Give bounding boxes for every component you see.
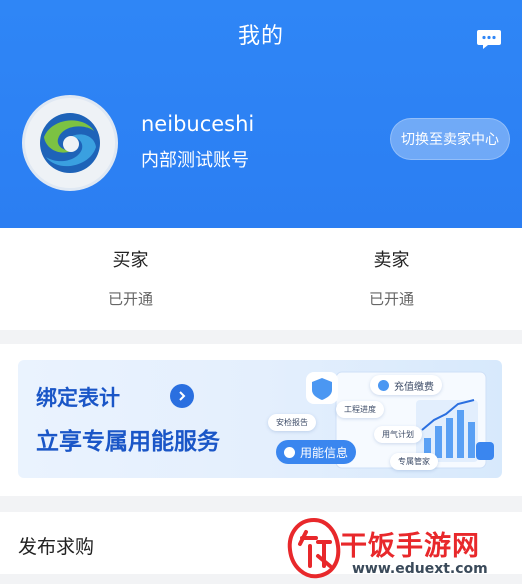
account-subtitle: 内部测试账号 bbox=[141, 150, 249, 171]
fan-character-logo-icon bbox=[287, 517, 341, 579]
role-name: 买家 bbox=[112, 250, 149, 271]
document-icon bbox=[284, 446, 295, 458]
switch-to-seller-button[interactable]: 切换至卖家中心 bbox=[390, 118, 510, 160]
avatar[interactable] bbox=[22, 95, 118, 191]
tag-inspection: 安检报告 bbox=[268, 414, 316, 431]
tag-recharge: 充值缴费 bbox=[370, 375, 442, 395]
role-panel: 买家 已开通 卖家 已开通 bbox=[0, 228, 522, 330]
watermark-url: www.eduext.com bbox=[352, 561, 488, 577]
bind-meter-banner[interactable]: 绑定表计 立享专属用能服务 充值缴费 工程进度 安检报告 用气计划 用能信息 专… bbox=[18, 360, 502, 478]
role-status: 已开通 bbox=[368, 290, 414, 308]
role-status: 已开通 bbox=[107, 290, 153, 308]
role-buyer[interactable]: 买家 已开通 bbox=[0, 246, 261, 309]
tag-butler: 专属管家 bbox=[390, 453, 438, 470]
username: neibuceshi bbox=[141, 112, 255, 136]
banner-subline: 立享专属用能服务 bbox=[36, 429, 220, 455]
swirl-logo-icon bbox=[40, 113, 100, 173]
bolt-icon bbox=[378, 379, 389, 391]
watermark-text: 干饭手游网 bbox=[340, 531, 480, 562]
chat-bubble-icon[interactable] bbox=[476, 26, 502, 52]
tag-gas-plan: 用气计划 bbox=[374, 426, 422, 443]
banner-headline: 绑定表计 bbox=[36, 386, 120, 410]
role-seller[interactable]: 卖家 已开通 bbox=[261, 246, 522, 309]
tag-progress: 工程进度 bbox=[336, 401, 384, 418]
page-title: 我的 bbox=[237, 24, 284, 49]
banner-card: 绑定表计 立享专属用能服务 充值缴费 工程进度 安检报告 用气计划 用能信息 专… bbox=[0, 344, 522, 496]
chevron-right-icon bbox=[170, 384, 194, 408]
tag-energy-info: 用能信息 bbox=[276, 440, 357, 464]
publish-request-label: 发布求购 bbox=[18, 536, 95, 558]
profile-header: 我的 neibuceshi 内部测试账号 切换至卖家中心 bbox=[0, 0, 522, 228]
role-name: 卖家 bbox=[373, 250, 410, 271]
